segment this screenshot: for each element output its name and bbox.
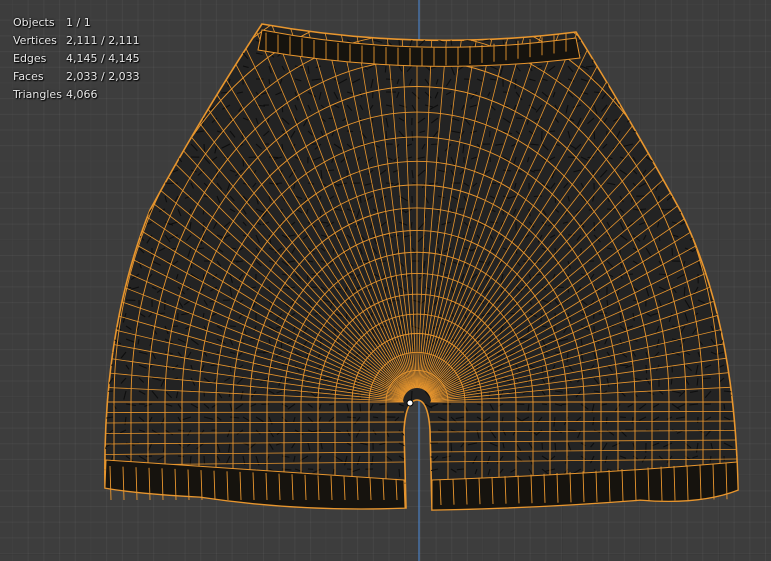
object-origin-icon[interactable]: [406, 399, 414, 407]
stat-label: Vertices: [13, 34, 57, 47]
stat-objects: Objects 1 / 1: [13, 14, 140, 32]
stat-label: Faces: [13, 70, 44, 83]
stat-vertices: Vertices 2,111 / 2,111: [13, 32, 140, 50]
stat-triangles: Triangles 4,066: [13, 86, 140, 104]
stat-edges: Edges 4,145 / 4,145: [13, 50, 140, 68]
stat-faces: Faces 2,033 / 2,033: [13, 68, 140, 86]
statistics-overlay: Objects 1 / 1 Vertices 2,111 / 2,111 Edg…: [13, 14, 140, 104]
stat-value: 1 / 1: [66, 16, 91, 29]
stat-value: 2,033 / 2,033: [66, 70, 140, 83]
stat-value: 4,145 / 4,145: [66, 52, 140, 65]
3d-viewport[interactable]: Objects 1 / 1 Vertices 2,111 / 2,111 Edg…: [0, 0, 771, 561]
stat-label: Objects: [13, 16, 55, 29]
stat-label: Edges: [13, 52, 47, 65]
stat-value: 2,111 / 2,111: [66, 34, 140, 47]
stat-value: 4,066: [66, 88, 98, 101]
stat-label: Triangles: [13, 88, 62, 101]
